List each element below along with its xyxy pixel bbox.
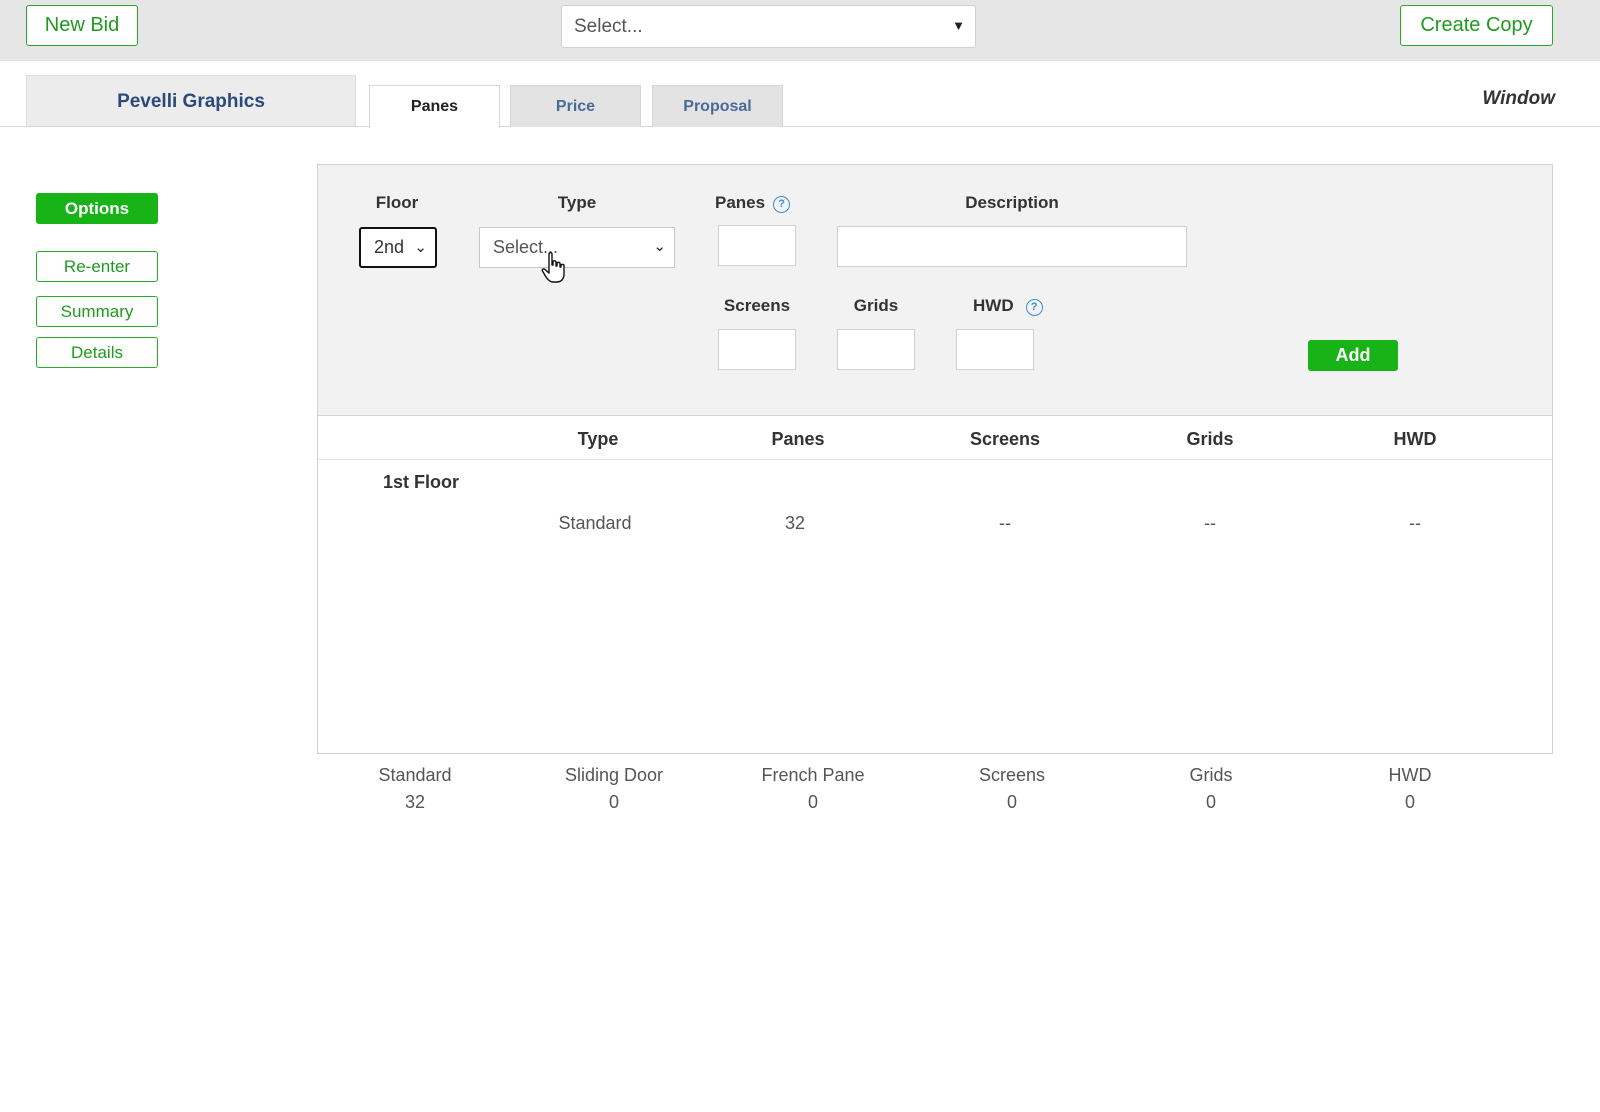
total-label: French Pane xyxy=(761,765,865,785)
header-divider xyxy=(318,459,1552,460)
screens-input[interactable] xyxy=(718,329,796,370)
floor-select-value: 2nd xyxy=(374,237,405,257)
add-button[interactable]: Add xyxy=(1308,340,1398,371)
hwd-label-text: HWD xyxy=(973,296,1014,315)
panes-input[interactable] xyxy=(718,225,796,266)
details-button[interactable]: Details xyxy=(36,337,158,368)
grids-label: Grids xyxy=(853,296,899,315)
total-screens: Screens 0 xyxy=(932,762,1092,816)
total-value: 0 xyxy=(1205,792,1216,812)
bid-select-placeholder: Select... xyxy=(574,15,643,37)
total-label: Screens xyxy=(978,765,1046,785)
description-label: Description xyxy=(965,193,1059,212)
chevron-down-icon: ⌄ xyxy=(414,239,427,256)
panes-label: Panes? xyxy=(705,193,815,213)
cell-screens: -- xyxy=(999,513,1011,533)
total-label: Standard xyxy=(378,765,452,785)
column-header-panes: Panes xyxy=(771,429,825,449)
total-label: Sliding Door xyxy=(564,765,664,785)
total-value: 0 xyxy=(608,792,619,812)
cell-hwd: -- xyxy=(1409,513,1421,533)
re-enter-button[interactable]: Re-enter xyxy=(36,251,158,282)
panes-label-text: Panes xyxy=(715,193,766,212)
total-standard: Standard 32 xyxy=(335,762,495,816)
column-header-grids: Grids xyxy=(1186,429,1234,449)
hwd-input[interactable] xyxy=(956,329,1034,370)
type-label: Type xyxy=(557,193,597,212)
column-header-hwd: HWD xyxy=(1393,429,1437,449)
column-header-type: Type xyxy=(577,429,619,449)
total-hwd: HWD 0 xyxy=(1330,762,1490,816)
options-button[interactable]: Options xyxy=(36,193,158,224)
total-label: HWD xyxy=(1388,765,1432,785)
total-sliding-door: Sliding Door 0 xyxy=(534,762,694,816)
cell-panes: 32 xyxy=(784,513,806,533)
total-label: Grids xyxy=(1189,765,1233,785)
caret-down-icon: ▼ xyxy=(952,18,965,33)
type-select[interactable]: Select... ⌄ xyxy=(479,227,675,268)
floor-group-heading: 1st Floor xyxy=(383,472,460,492)
total-value: 0 xyxy=(1006,792,1017,812)
floor-label: Floor xyxy=(375,193,419,212)
chevron-down-icon: ⌄ xyxy=(653,238,666,255)
screens-label: Screens xyxy=(723,296,791,315)
total-value: 0 xyxy=(807,792,818,812)
hwd-label: HWD? xyxy=(973,296,1073,316)
top-toolbar: New Bid Select... ▼ Create Copy xyxy=(0,0,1600,61)
total-value: 0 xyxy=(1404,792,1415,812)
grids-input[interactable] xyxy=(837,329,915,370)
floor-select[interactable]: 2nd ⌄ xyxy=(359,227,437,268)
column-header-screens: Screens xyxy=(969,429,1041,449)
new-bid-button[interactable]: New Bid xyxy=(26,5,138,46)
help-icon[interactable]: ? xyxy=(773,195,791,213)
create-copy-button[interactable]: Create Copy xyxy=(1400,5,1553,46)
panes-panel: Floor 2nd ⌄ Type Select... ⌄ Panes? Desc… xyxy=(317,164,1553,754)
hand-cursor-icon xyxy=(541,252,565,283)
cell-type: Standard xyxy=(558,513,632,533)
company-name: Pevelli Graphics xyxy=(26,75,356,127)
tab-proposal[interactable]: Proposal xyxy=(652,85,783,127)
window-label: Window xyxy=(1482,88,1555,109)
pane-entry-form: Floor 2nd ⌄ Type Select... ⌄ Panes? Desc… xyxy=(318,165,1552,416)
description-input[interactable] xyxy=(837,226,1187,267)
help-icon[interactable]: ? xyxy=(1025,298,1043,316)
total-grids: Grids 0 xyxy=(1131,762,1291,816)
total-value: 32 xyxy=(404,792,426,812)
bid-select-dropdown[interactable]: Select... ▼ xyxy=(561,5,976,48)
cell-grids: -- xyxy=(1204,513,1216,533)
tab-price[interactable]: Price xyxy=(510,85,641,127)
tab-panes[interactable]: Panes xyxy=(369,85,500,128)
tab-divider xyxy=(0,126,1600,127)
summary-button[interactable]: Summary xyxy=(36,296,158,327)
total-french-pane: French Pane 0 xyxy=(733,762,893,816)
